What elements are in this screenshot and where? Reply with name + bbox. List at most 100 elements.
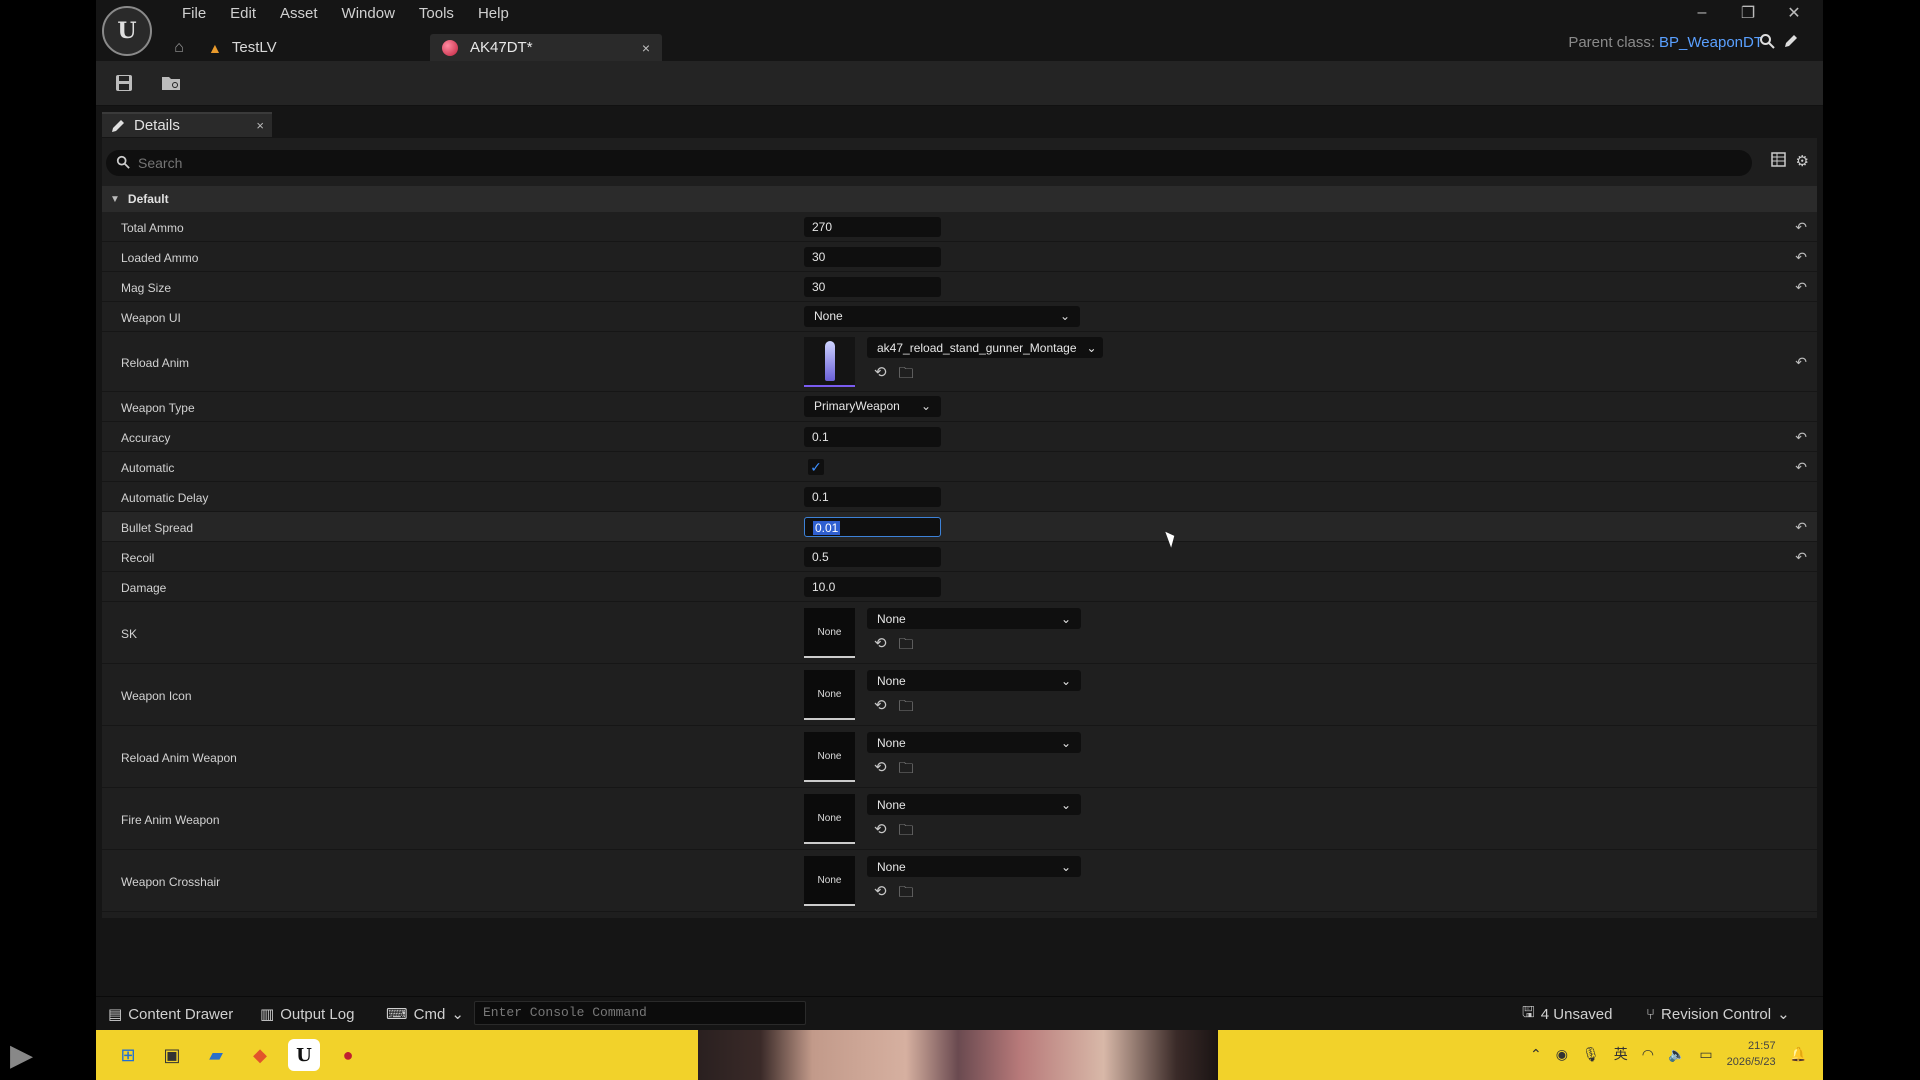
browse-asset-icon[interactable]: 🗀 xyxy=(899,696,914,721)
table-view-icon[interactable] xyxy=(1770,152,1786,171)
menu-file[interactable]: File xyxy=(170,4,218,24)
unreal-engine-taskbar-icon[interactable]: U xyxy=(288,1039,320,1071)
weapon-type-dropdown[interactable]: PrimaryWeapon ⌄ xyxy=(804,396,941,417)
volume-icon[interactable]: 🔈 xyxy=(1668,1046,1685,1063)
unreal-logo-icon[interactable]: U xyxy=(102,6,152,56)
reset-to-default-icon[interactable]: ↶ xyxy=(1795,459,1807,476)
parent-class-link[interactable]: BP_WeaponDT xyxy=(1659,34,1763,51)
menu-window[interactable]: Window xyxy=(330,4,407,24)
reset-to-default-icon[interactable]: ↶ xyxy=(1795,354,1807,371)
reload-anim-thumbnail[interactable] xyxy=(804,337,855,387)
reset-to-default-icon[interactable]: ↶ xyxy=(1795,429,1807,446)
category-default[interactable]: ▼ Default xyxy=(102,186,1817,212)
fire-anim-weapon-thumbnail[interactable]: None xyxy=(804,794,855,844)
details-pencil-icon xyxy=(112,119,124,132)
close-window-button[interactable]: ✕ xyxy=(1771,0,1817,26)
browse-asset-icon[interactable]: 🗀 xyxy=(899,634,914,659)
sk-asset-picker[interactable]: None ⌄ xyxy=(867,608,1081,629)
reset-to-default-icon[interactable]: ↶ xyxy=(1795,549,1807,566)
automatic-delay-input[interactable]: 0.1 xyxy=(804,487,941,507)
total-ammo-input[interactable]: 270 xyxy=(804,217,941,237)
reload-anim-asset-picker[interactable]: ak47_reload_stand_gunner_Montage ⌄ xyxy=(867,337,1103,358)
cmd-dropdown[interactable]: ⌨ Cmd ⌄ xyxy=(386,1002,464,1026)
settings-gear-icon[interactable]: ⚙ xyxy=(1796,152,1809,171)
notification-icon[interactable]: 🔔 xyxy=(1790,1046,1807,1063)
windows-start-icon[interactable]: ⊞ xyxy=(112,1039,144,1071)
mag-size-input[interactable]: 30 xyxy=(804,277,941,297)
output-log-button[interactable]: ▥ Output Log xyxy=(260,1002,354,1026)
loaded-ammo-input[interactable]: 30 xyxy=(804,247,941,267)
search-input[interactable] xyxy=(138,155,1611,171)
menu-help[interactable]: Help xyxy=(466,4,521,24)
weapon-icon-asset-picker[interactable]: None ⌄ xyxy=(867,670,1081,691)
chevron-down-icon: ⌄ xyxy=(920,399,931,413)
close-icon[interactable]: × xyxy=(256,118,264,133)
menu-tools[interactable]: Tools xyxy=(407,4,466,24)
menu-edit[interactable]: Edit xyxy=(218,4,268,24)
tab-testlv[interactable]: ▲ TestLV xyxy=(196,34,430,61)
sk-thumbnail[interactable]: None xyxy=(804,608,855,658)
close-icon[interactable]: × xyxy=(642,40,650,56)
clock[interactable]: 21:57 2026/5/23 xyxy=(1727,1038,1776,1070)
security-icon[interactable]: ◉ xyxy=(1556,1046,1568,1063)
browse-search-icon[interactable] xyxy=(1759,33,1775,54)
property-label: Automatic xyxy=(121,461,175,475)
maximize-button[interactable]: ❐ xyxy=(1725,0,1771,26)
fire-anim-weapon-asset-picker[interactable]: None ⌄ xyxy=(867,794,1081,815)
ime-indicator[interactable]: 英 xyxy=(1614,1044,1628,1064)
use-selected-icon[interactable]: ⟲ xyxy=(874,820,887,845)
use-selected-icon[interactable]: ⟲ xyxy=(874,363,887,388)
accuracy-input[interactable]: 0.1 xyxy=(804,427,941,447)
details-panel-tab[interactable]: Details × xyxy=(102,112,272,137)
tab-ak47dt[interactable]: AK47DT* × xyxy=(430,34,662,61)
file-explorer-icon[interactable]: ▰ xyxy=(200,1039,232,1071)
edit-pencil-icon[interactable] xyxy=(1783,33,1799,54)
damage-input[interactable]: 10.0 xyxy=(804,577,941,597)
content-drawer-button[interactable]: ▤ Content Drawer xyxy=(108,1002,233,1026)
chevron-down-icon: ⌄ xyxy=(1060,735,1071,750)
use-selected-icon[interactable]: ⟲ xyxy=(874,634,887,659)
wifi-icon[interactable]: ◠ xyxy=(1642,1046,1654,1063)
reload-anim-weapon-asset-picker[interactable]: None ⌄ xyxy=(867,732,1081,753)
recoil-input[interactable]: 0.5 xyxy=(804,547,941,567)
chevron-up-icon[interactable]: ⌃ xyxy=(1530,1046,1542,1063)
property-label: Automatic Delay xyxy=(121,491,209,505)
browse-asset-icon[interactable]: 🗀 xyxy=(899,363,914,388)
use-selected-icon[interactable]: ⟲ xyxy=(874,758,887,783)
use-selected-icon[interactable]: ⟲ xyxy=(874,882,887,907)
property-label: Damage xyxy=(121,581,167,595)
automatic-checkbox[interactable]: ✓ xyxy=(808,459,824,475)
save-icon[interactable] xyxy=(110,70,138,96)
home-icon[interactable]: ⌂ xyxy=(162,34,196,61)
use-selected-icon[interactable]: ⟲ xyxy=(874,696,887,721)
task-view-icon[interactable]: ▣ xyxy=(156,1039,188,1071)
weapon-icon-thumbnail[interactable]: None xyxy=(804,670,855,720)
reset-to-default-icon[interactable]: ↶ xyxy=(1795,219,1807,236)
reset-to-default-icon[interactable]: ↶ xyxy=(1795,279,1807,296)
app-icon[interactable]: ● xyxy=(332,1039,364,1071)
revision-control-button[interactable]: ⑂ Revision Control ⌄ xyxy=(1646,1002,1790,1026)
bullet-spread-input[interactable]: 0.01 xyxy=(804,517,941,537)
microphone-icon[interactable]: 🎙 xyxy=(1582,1046,1600,1063)
property-row-bullet-spread: Bullet Spread 0.01 ↶ xyxy=(102,512,1817,542)
weapon-crosshair-asset-picker[interactable]: None ⌄ xyxy=(867,856,1081,877)
weapon-crosshair-thumbnail[interactable]: None xyxy=(804,856,855,906)
browse-asset-icon[interactable]: 🗀 xyxy=(899,758,914,783)
browse-folder-icon[interactable] xyxy=(158,70,186,96)
console-command-input[interactable]: Enter Console Command xyxy=(474,1001,806,1025)
minimize-button[interactable]: – xyxy=(1679,0,1725,26)
brave-browser-icon[interactable]: ◆ xyxy=(244,1039,276,1071)
reload-anim-weapon-thumbnail[interactable]: None xyxy=(804,732,855,782)
reset-to-default-icon[interactable]: ↶ xyxy=(1795,519,1807,536)
asset-name: ak47_reload_stand_gunner_Montage xyxy=(877,340,1077,355)
weapon-ui-dropdown[interactable]: None ⌄ xyxy=(804,306,1080,327)
browse-asset-icon[interactable]: 🗀 xyxy=(899,820,914,845)
reset-to-default-icon[interactable]: ↶ xyxy=(1795,249,1807,266)
search-icon xyxy=(116,155,130,172)
unsaved-button[interactable]: 🖫 4 Unsaved xyxy=(1522,1002,1613,1026)
chevron-down-icon: ⌄ xyxy=(1777,1006,1790,1023)
menu-asset[interactable]: Asset xyxy=(268,4,330,24)
battery-icon[interactable]: ▭ xyxy=(1699,1046,1712,1063)
browse-asset-icon[interactable]: 🗀 xyxy=(899,882,914,907)
property-row-accuracy: Accuracy 0.1 ↶ xyxy=(102,422,1817,452)
